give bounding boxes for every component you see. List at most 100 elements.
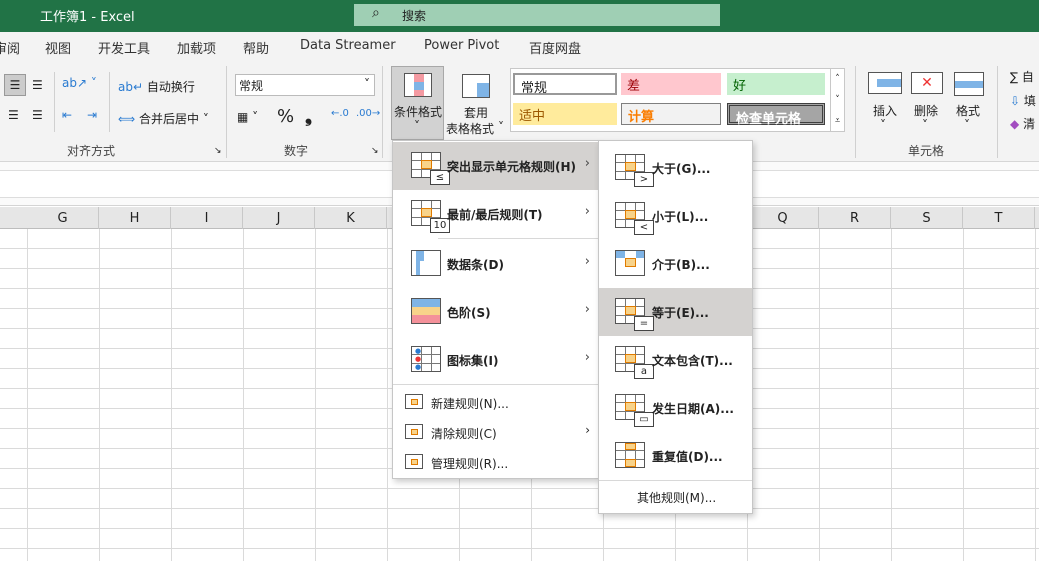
conditional-format-label: 条件格式 [394, 105, 443, 119]
data-bars-icon [411, 250, 441, 276]
gallery-scroll[interactable]: ˄ ˅ ⩡ [830, 68, 845, 132]
tab-baidu[interactable]: 百度网盘 [529, 38, 581, 57]
menu-item-1[interactable]: 10 最前/最后规则(T) › [393, 190, 598, 238]
column-header-R[interactable]: R [819, 207, 891, 229]
style-label: 差 [627, 79, 641, 94]
conditional-format-icon [404, 73, 432, 97]
table-format-icon [462, 74, 490, 98]
conditional-format-menu: ≤ 突出显示单元格规则(H) › 10 最前/最后规则(T) › 数据条(D) › 色阶(S) ›… [392, 140, 599, 479]
style-bad[interactable]: 差 [621, 73, 721, 95]
submenu-item-6[interactable]: 重复值(D)... [599, 432, 752, 480]
style-label: 检查单元格 [736, 112, 802, 127]
accounting-format-button[interactable]: ▦ ˅ [237, 110, 258, 124]
submenu-item-label: 文本包含(T)... [652, 354, 733, 368]
highlight-rules-submenu: > 大于(G)... < 小于(L)... 介于(B)... = 等于(E)... a 文本包含… [598, 140, 753, 514]
column-header-H[interactable]: H [99, 207, 171, 229]
column-header-J[interactable]: J [243, 207, 315, 229]
increase-decimal-button[interactable]: ←.0 [331, 108, 349, 119]
decrease-decimal-button[interactable]: .00→ [356, 108, 380, 119]
autosum-button[interactable]: ∑ 自 [1010, 68, 1034, 85]
menu-small-item-2[interactable]: 管理规则(R)... [393, 447, 598, 477]
menu-small-item-1[interactable]: 清除规则(C) › [393, 417, 598, 447]
tab-developer[interactable]: 开发工具 [98, 38, 150, 57]
clear-label: 清 [1023, 117, 1036, 131]
new-rule-icon [405, 394, 423, 409]
tab-data-streamer[interactable]: Data Streamer [300, 38, 396, 53]
menu-item-0[interactable]: ≤ 突出显示单元格规则(H) › [393, 142, 598, 190]
style-good[interactable]: 好 [727, 73, 825, 95]
chevron-right-icon: › [585, 423, 590, 437]
tab-addins[interactable]: 加载项 [177, 38, 216, 57]
orientation-button[interactable]: ab↗ ˅ [62, 76, 97, 90]
more-rules-item[interactable]: 其他规则(M)... [637, 489, 716, 506]
column-header-G[interactable]: G [27, 207, 99, 229]
column-header-K[interactable]: K [315, 207, 387, 229]
align-bottom-button[interactable]: ☰ [32, 78, 43, 92]
style-check-cell[interactable]: 检查单元格 [727, 103, 825, 127]
menu-item-label: 色阶(S) [447, 306, 491, 320]
submenu-item-5[interactable]: ▭ 发生日期(A)... [599, 384, 752, 432]
table-format-label-2: 表格格式 [446, 122, 495, 136]
tab-view[interactable]: 视图 [45, 38, 71, 57]
number-format-select[interactable]: 常规 ˅ [235, 74, 375, 96]
insert-cells-icon[interactable] [868, 72, 902, 94]
delete-button[interactable]: 删除 [914, 102, 938, 119]
merge-center-button[interactable]: ⟺ 合并后居中 ˅ [118, 110, 209, 127]
column-header-T[interactable]: T [963, 207, 1035, 229]
menu-item-3[interactable]: 色阶(S) › [393, 288, 598, 336]
wrap-icon: ab↵ [118, 80, 144, 94]
format-as-table-button[interactable]: 套用 表格格式 ˅ [446, 66, 508, 140]
search-box[interactable]: ⌕ 搜索 [354, 4, 720, 26]
menu-item-label: 数据条(D) [447, 258, 504, 272]
decrease-indent-button[interactable]: ⇤ [62, 108, 72, 122]
chevron-right-icon: › [584, 350, 590, 365]
align-middle-button[interactable]: ☰ [4, 74, 26, 96]
submenu-item-1[interactable]: < 小于(L)... [599, 192, 752, 240]
menu-divider [438, 238, 598, 239]
comma-button[interactable]: ❟ [305, 106, 312, 127]
group-label-cells: 单元格 [908, 144, 945, 158]
style-normal[interactable]: 常规 [513, 73, 617, 96]
search-placeholder: 搜索 [402, 9, 427, 23]
tab-review[interactable]: 审阅 [0, 38, 20, 57]
merge-label: 合并后居中 [139, 112, 200, 126]
submenu-item-0[interactable]: > 大于(G)... [599, 144, 752, 192]
menu-divider [599, 480, 752, 481]
conditional-format-button[interactable]: 条件格式 ˅ [391, 66, 444, 140]
table-format-label-1: 套用 [464, 106, 489, 120]
dialog-launcher-icon[interactable]: ↘ [214, 146, 222, 156]
align-right-button[interactable]: ☰ [32, 108, 43, 122]
manage-rules-icon [405, 454, 423, 469]
clear-button[interactable]: ◆ 清 [1010, 115, 1035, 132]
style-calculation[interactable]: 计算 [621, 103, 721, 125]
submenu-item-4[interactable]: a 文本包含(T)... [599, 336, 752, 384]
format-cells-icon[interactable] [954, 72, 984, 96]
tab-help[interactable]: 帮助 [243, 38, 269, 57]
fill-button[interactable]: ⇩ 填 [1010, 92, 1036, 109]
icon-sets-icon: ● ● ● [411, 346, 441, 372]
menu-item-2[interactable]: 数据条(D) › [393, 240, 598, 288]
menu-item-label: 最前/最后规则(T) [447, 208, 543, 222]
submenu-item-2[interactable]: 介于(B)... [599, 240, 752, 288]
menu-item-4[interactable]: ● ● ● 图标集(I) › [393, 336, 598, 384]
insert-button[interactable]: 插入 [873, 102, 897, 119]
color-scales-icon [411, 298, 441, 324]
format-button[interactable]: 格式 [956, 102, 980, 119]
dialog-launcher-icon[interactable]: ↘ [371, 146, 379, 156]
submenu-item-3[interactable]: = 等于(E)... [599, 288, 752, 336]
increase-indent-button[interactable]: ⇥ [87, 108, 97, 122]
style-neutral[interactable]: 适中 [513, 103, 617, 125]
tab-power-pivot[interactable]: Power Pivot [424, 38, 499, 53]
wrap-text-button[interactable]: ab↵ 自动换行 [118, 78, 195, 95]
merge-icon: ⟺ [118, 112, 136, 126]
column-header-S[interactable]: S [891, 207, 963, 229]
column-header-Q[interactable]: Q [747, 207, 819, 229]
clear-rules-icon [405, 424, 423, 439]
submenu-item-label: 介于(B)... [652, 258, 710, 272]
chevron-right-icon: › [584, 204, 590, 219]
percent-button[interactable]: % [277, 106, 294, 127]
delete-cells-icon[interactable]: ✕ [911, 72, 943, 94]
column-header-I[interactable]: I [171, 207, 243, 229]
align-center-button[interactable]: ☰ [8, 108, 19, 122]
menu-small-item-0[interactable]: 新建规则(N)... [393, 387, 598, 417]
